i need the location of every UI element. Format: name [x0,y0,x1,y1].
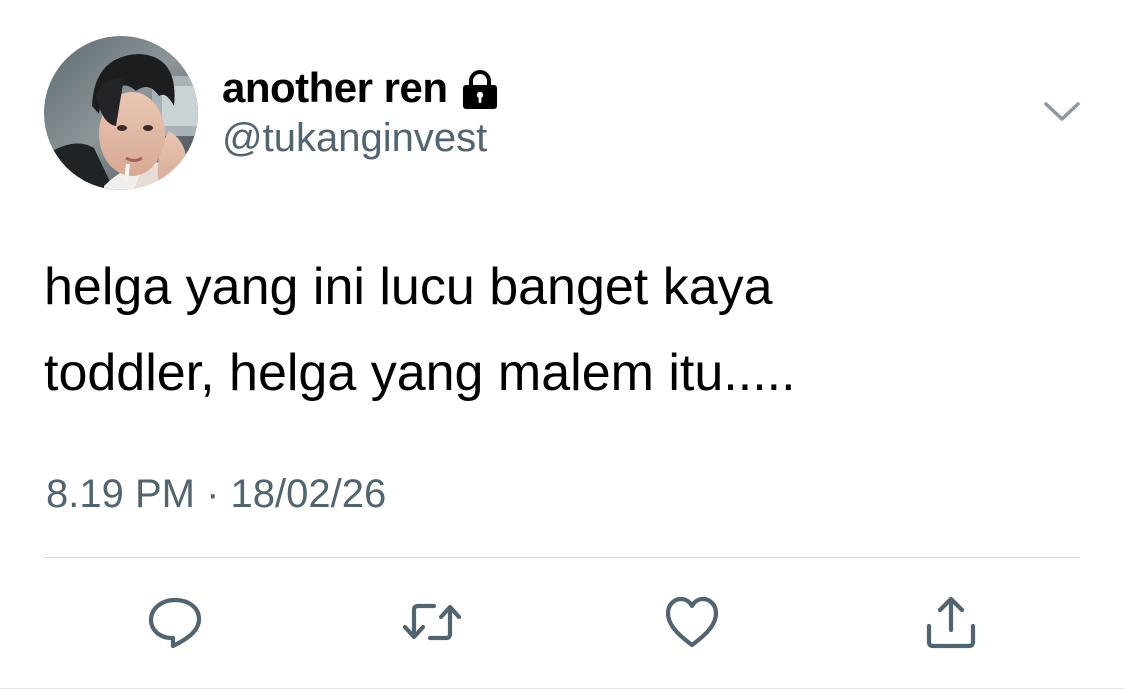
tweet-text-line: helga yang ini lucu banget kaya [44,258,773,316]
reply-button[interactable] [143,590,207,654]
share-icon [926,596,976,649]
author-name-row: another ren [222,62,500,114]
heart-icon [665,596,719,648]
share-button[interactable] [919,590,983,654]
timestamp[interactable]: 8.19 PM · 18/02/26 [46,472,386,517]
action-bar [0,590,1125,654]
tweet-text: helga yang ini lucu banget kaya toddler,… [44,244,1084,416]
avatar[interactable] [44,36,198,190]
divider [44,557,1080,558]
tweet-text-line: toddler, helga yang malem itu..... [44,344,796,402]
lock-icon [460,69,500,111]
like-button[interactable] [660,590,724,654]
retweet-button[interactable] [400,590,464,654]
retweet-icon [402,603,462,641]
display-name[interactable]: another ren [222,64,448,112]
user-handle[interactable]: @tukanginvest [222,116,487,161]
chevron-down-icon[interactable] [1040,96,1084,126]
profile-photo [44,36,198,190]
reply-icon [148,597,202,649]
bottom-divider [0,688,1125,689]
